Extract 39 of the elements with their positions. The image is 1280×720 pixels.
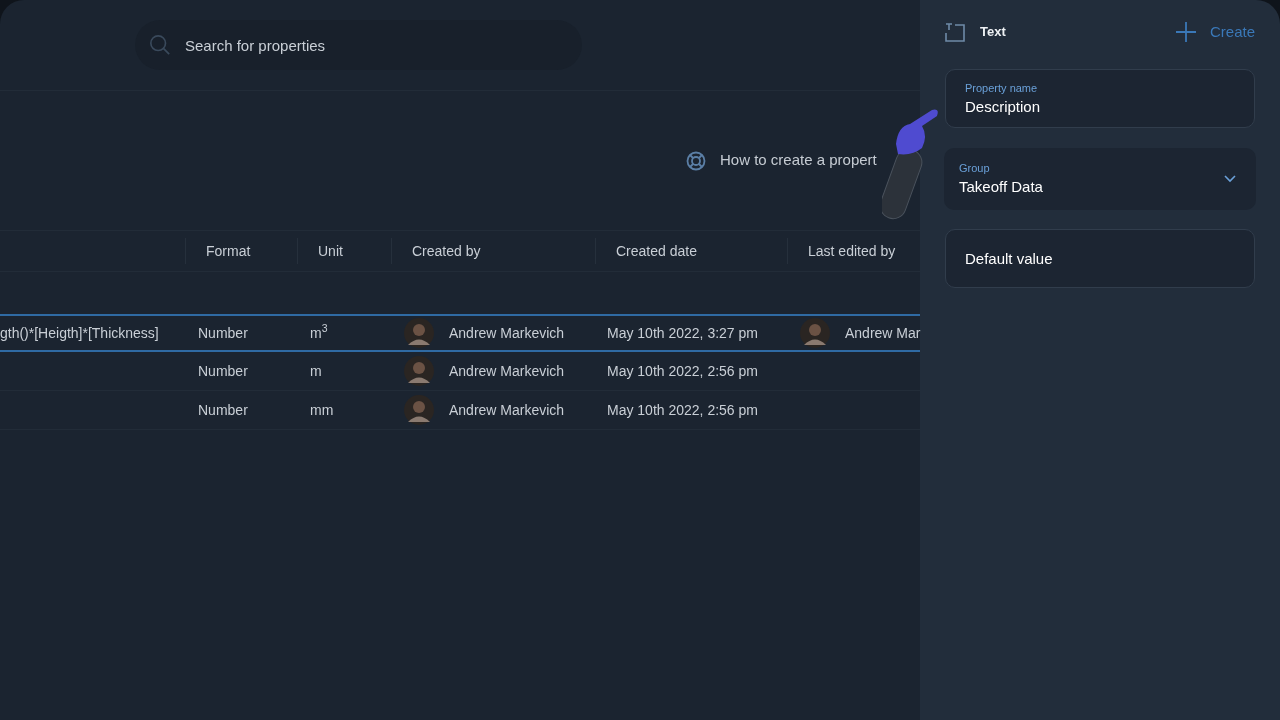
table-cell: May 10th 2022, 2:56 pm: [607, 362, 758, 379]
lifebuoy-icon: [686, 150, 706, 171]
group-dropdown[interactable]: Group Takeoff Data: [944, 148, 1256, 210]
column-header[interactable]: Unit: [318, 240, 343, 262]
text-type-icon: [945, 22, 965, 42]
table-cell-text: Andrew Markevich: [449, 361, 565, 381]
column-header[interactable]: Created by: [412, 240, 481, 262]
table-cell: May 10th 2022, 3:27 pm: [607, 324, 758, 341]
avatar-icon: [404, 356, 434, 386]
table-row[interactable]: Number mm Andrew Markevich May 10th 2022, 2:56 pm: [0, 391, 920, 430]
avatar-icon: [404, 395, 434, 425]
table-cell: m$^{3}$: [310, 324, 328, 341]
column-header[interactable]: Format: [206, 240, 251, 262]
table-cell: m: [310, 362, 322, 379]
column-header[interactable]: Created date: [616, 240, 697, 262]
field-label: Group: [959, 160, 991, 176]
column-header[interactable]: Last edited by: [808, 240, 896, 262]
avatar-icon: [800, 318, 830, 348]
table-cell-text: Andrew Markevich: [449, 323, 565, 343]
table-row[interactable]: gth()*[Heigth]*[Thickness] Number m$^{3}$ Andrew Markevich May 10th 2022, 3:27 pm Andrew Mar: [0, 314, 920, 352]
field-label: Property name: [965, 81, 1038, 96]
table-cell: Number: [198, 401, 248, 418]
dropdown-value: Takeoff Data: [959, 177, 1043, 197]
plus-icon: [1175, 22, 1196, 42]
table-cell-text: Andrew Mar: [845, 323, 921, 343]
table-cell: gth()*[Heigth]*[Thickness]: [0, 324, 159, 341]
table-cell: Number: [198, 324, 248, 341]
search-field[interactable]: Search for properties: [135, 20, 582, 70]
table-cell: mm: [310, 401, 334, 418]
search-icon: [149, 34, 171, 56]
help-link[interactable]: How to create a propert: [686, 149, 877, 172]
table-cell-text: Andrew Markevich: [449, 400, 565, 420]
table-cell: Number: [198, 362, 248, 379]
chevron-down-icon: [1224, 175, 1236, 183]
table-row[interactable]: Number m Andrew Markevich May 10th 2022, 2:56 pm: [0, 352, 920, 391]
default-value-field[interactable]: Default value: [945, 229, 1255, 288]
avatar-icon: [404, 318, 434, 348]
table-cell: May 10th 2022, 2:56 pm: [607, 401, 758, 418]
type-label: Text: [980, 23, 1006, 42]
